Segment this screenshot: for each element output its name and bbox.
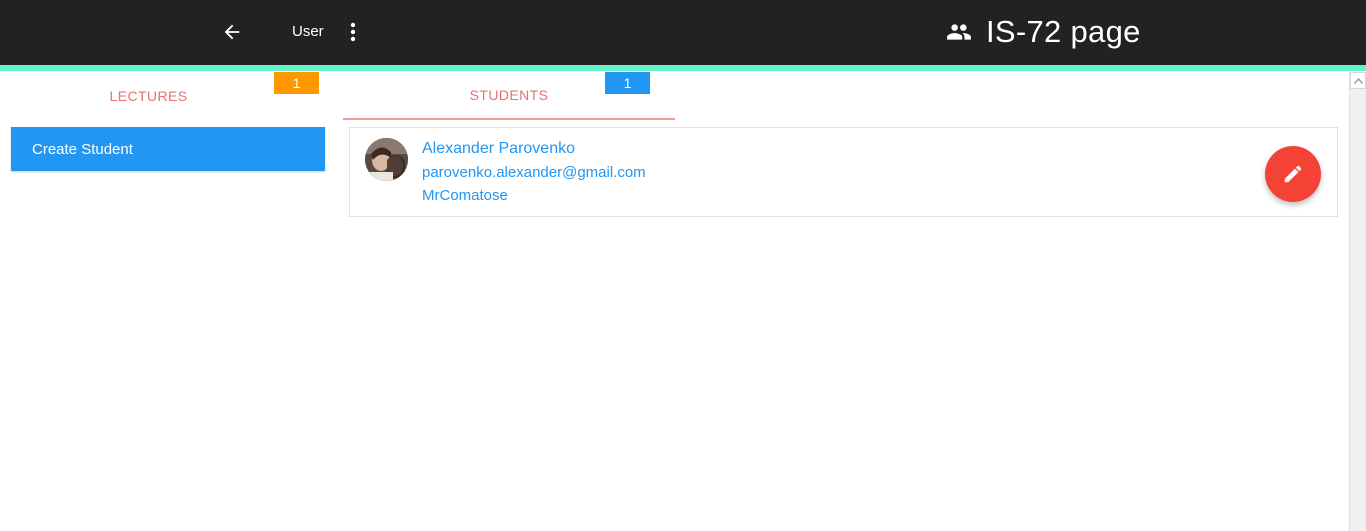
arrow-back-icon <box>224 24 240 40</box>
pencil-icon <box>1284 165 1302 183</box>
more-options-button[interactable] <box>342 19 364 45</box>
tab-lectures[interactable]: LECTURES <box>0 72 297 120</box>
student-username: MrComatose <box>422 187 508 204</box>
header-accent-line <box>0 65 1366 71</box>
page-title: IS-72 page <box>986 14 1141 49</box>
lectures-count-badge: 1 <box>274 72 319 94</box>
back-button[interactable] <box>218 18 246 46</box>
vertical-scrollbar[interactable] <box>1349 72 1366 531</box>
student-email: parovenko.alexander@gmail.com <box>422 164 646 181</box>
students-count-badge: 1 <box>605 72 650 94</box>
chevron-up-icon <box>1353 77 1363 84</box>
edit-student-button[interactable] <box>1265 146 1321 202</box>
top-app-bar: User IS-72 page <box>0 0 1366 65</box>
avatar <box>365 138 408 181</box>
people-icon <box>947 24 971 40</box>
user-label[interactable]: User <box>292 23 324 40</box>
more-vert-icon <box>350 22 356 42</box>
create-student-button[interactable]: Create Student <box>11 127 325 171</box>
page-title-group: IS-72 page <box>946 12 1141 52</box>
student-name[interactable]: Alexander Parovenko <box>422 140 575 158</box>
student-card: Alexander Parovenko parovenko.alexander@… <box>349 127 1338 217</box>
scroll-up-button[interactable] <box>1350 72 1366 89</box>
